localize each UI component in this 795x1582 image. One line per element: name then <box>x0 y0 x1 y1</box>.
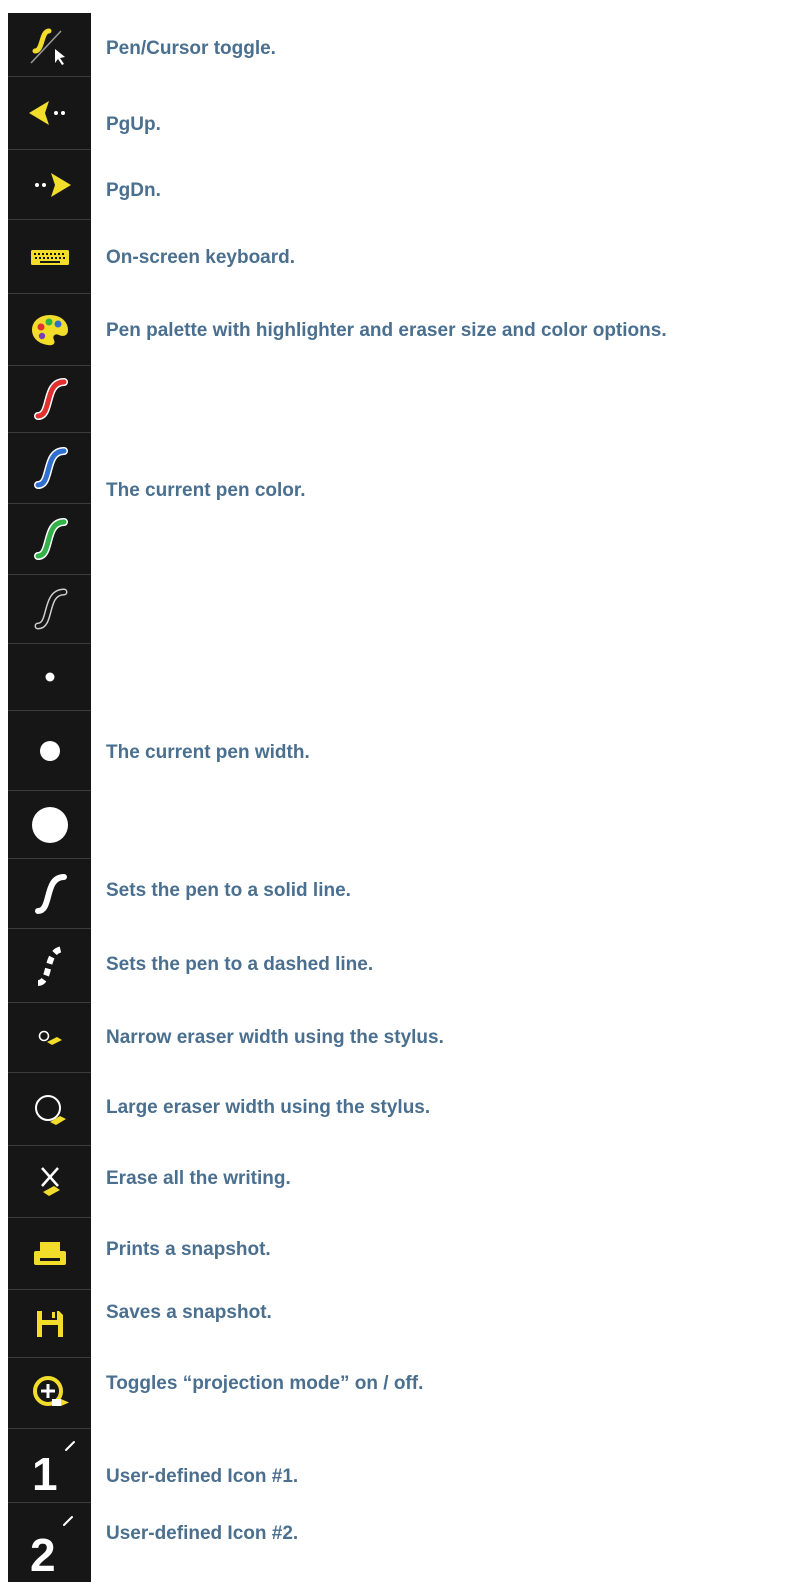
user-defined-2-icon: 2 <box>30 1515 73 1575</box>
erase-all-button[interactable] <box>8 1146 91 1218</box>
pen-width-large-button[interactable] <box>8 791 91 859</box>
pen-color-red-button[interactable] <box>8 366 91 433</box>
keyboard-button[interactable] <box>8 220 91 294</box>
solid-line-button[interactable] <box>8 859 91 929</box>
print-button[interactable] <box>8 1218 91 1290</box>
pgup-description: PgUp. <box>106 114 161 135</box>
dashed-line-description: Sets the pen to a dashed line. <box>106 954 374 975</box>
user-2-description: User-defined Icon #2. <box>106 1523 299 1544</box>
arrow-left-icon <box>28 101 65 125</box>
dot-medium-icon <box>39 740 60 761</box>
pgdn-description: PgDn. <box>106 180 161 201</box>
projection-mode-button[interactable] <box>8 1358 91 1429</box>
arrow-right-icon <box>34 172 71 197</box>
pgup-button[interactable] <box>8 77 91 150</box>
projection-description: Toggles “projection mode” on / off. <box>106 1373 424 1394</box>
print-description: Prints a snapshot. <box>106 1239 271 1260</box>
dashed-line-icon <box>36 945 65 986</box>
pen-color-blue-button[interactable] <box>8 433 91 504</box>
pen-width-description: The current pen width. <box>106 742 310 763</box>
dashed-line-button[interactable] <box>8 929 91 1003</box>
user-icon-1-button[interactable]: 1 <box>8 1429 91 1503</box>
palette-icon <box>31 314 68 345</box>
erase-all-description: Erase all the writing. <box>106 1168 291 1189</box>
pen-cursor-toggle-button[interactable] <box>8 13 91 77</box>
pen-green-icon <box>33 518 68 560</box>
pen-black-icon <box>34 588 67 630</box>
narrow-eraser-description: Narrow eraser width using the stylus. <box>106 1027 444 1048</box>
keyboard-icon <box>30 249 69 265</box>
pen-palette-button[interactable] <box>8 294 91 366</box>
narrow-eraser-button[interactable] <box>8 1003 91 1073</box>
user-icon-2-button[interactable]: 2 <box>8 1503 91 1582</box>
large-eraser-description: Large eraser width using the stylus. <box>106 1097 431 1118</box>
large-eraser-button[interactable] <box>8 1073 91 1146</box>
solid-line-icon <box>34 873 67 914</box>
palette-description: Pen palette with highlighter and eraser … <box>106 320 667 341</box>
printer-icon <box>33 1241 66 1265</box>
pen-cursor-description: Pen/Cursor toggle. <box>106 38 276 59</box>
dot-small-icon <box>45 672 54 682</box>
pen-blue-icon <box>33 447 68 489</box>
dot-large-icon <box>31 806 68 843</box>
erase-all-icon <box>40 1166 60 1196</box>
user-1-description: User-defined Icon #1. <box>106 1466 299 1487</box>
pen-width-small-button[interactable] <box>8 644 91 711</box>
save-button[interactable] <box>8 1290 91 1358</box>
save-description: Saves a snapshot. <box>106 1302 272 1323</box>
floppy-disk-icon <box>36 1310 63 1337</box>
pen-width-medium-button[interactable] <box>8 711 91 791</box>
pen-color-description: The current pen color. <box>106 480 306 501</box>
large-eraser-icon <box>34 1095 66 1125</box>
user-2-number: 2 <box>30 1529 56 1575</box>
user-defined-1-icon: 1 <box>32 1440 75 1496</box>
pen-color-green-button[interactable] <box>8 504 91 575</box>
pen-red-icon <box>33 378 68 420</box>
pen-color-black-button[interactable] <box>8 575 91 644</box>
solid-line-description: Sets the pen to a solid line. <box>106 880 351 901</box>
narrow-eraser-icon <box>38 1030 62 1045</box>
pen-cursor-icon <box>29 28 65 65</box>
projection-icon <box>32 1376 69 1406</box>
pgdn-button[interactable] <box>8 150 91 220</box>
keyboard-description: On-screen keyboard. <box>106 247 296 268</box>
user-1-number: 1 <box>32 1448 58 1496</box>
